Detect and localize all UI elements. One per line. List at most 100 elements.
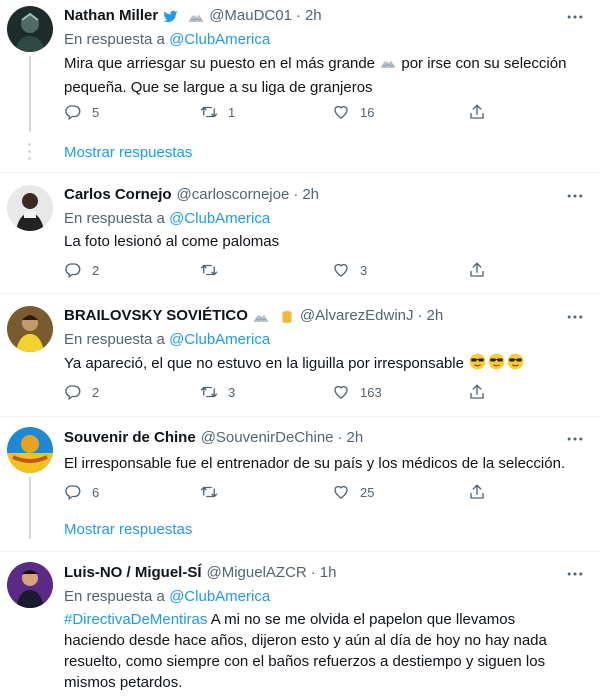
timestamp[interactable]: 1h bbox=[320, 563, 337, 583]
tweet[interactable]: Carlos Cornejo @carloscornejoe · 2h En r… bbox=[0, 173, 600, 294]
avatar[interactable] bbox=[7, 562, 53, 608]
share-button[interactable] bbox=[468, 483, 496, 501]
hashtag-link[interactable]: #DirectivaDeMentiras bbox=[64, 611, 207, 628]
more-icon[interactable] bbox=[564, 306, 586, 328]
tweet[interactable]: BRAILOVSKY SOVIÉTICO @AlvarezEdwinJ · 2h… bbox=[0, 294, 600, 417]
reply-context: En respuesta a @ClubAmerica bbox=[64, 31, 271, 48]
timestamp[interactable]: 2h bbox=[302, 185, 319, 205]
retweet-count: 3 bbox=[228, 384, 236, 400]
reply-count: 6 bbox=[92, 484, 100, 500]
like-icon bbox=[332, 261, 350, 279]
share-icon bbox=[468, 103, 486, 121]
sunglasses-emoji-icon bbox=[468, 352, 525, 377]
retweet-button[interactable] bbox=[200, 261, 228, 279]
tweet-text: La foto lesionó al come palomas bbox=[64, 233, 280, 250]
reply-icon bbox=[64, 383, 82, 401]
share-button[interactable] bbox=[468, 103, 496, 121]
retweet-count: 1 bbox=[228, 104, 236, 120]
retweet-icon bbox=[200, 261, 218, 279]
reply-icon bbox=[64, 261, 82, 279]
reply-button[interactable]: 5 bbox=[64, 103, 99, 121]
thread-line bbox=[29, 56, 31, 132]
more-icon[interactable] bbox=[564, 563, 586, 585]
handle[interactable]: @SouvenirDeChine bbox=[201, 428, 334, 448]
display-name[interactable]: BRAILOVSKY SOVIÉTICO bbox=[64, 306, 248, 326]
timestamp[interactable]: 2h bbox=[305, 6, 322, 26]
like-count: 16 bbox=[360, 104, 375, 120]
reply-button[interactable]: 6 bbox=[64, 483, 99, 501]
retweet-icon bbox=[200, 383, 218, 401]
retweet-button[interactable]: 1 bbox=[200, 103, 235, 121]
more-icon[interactable] bbox=[564, 6, 586, 28]
retweet-icon bbox=[200, 103, 218, 121]
share-button[interactable] bbox=[468, 383, 496, 401]
timestamp[interactable]: 2h bbox=[427, 306, 444, 326]
share-icon bbox=[468, 383, 486, 401]
more-icon[interactable] bbox=[564, 428, 586, 450]
reply-count: 2 bbox=[92, 262, 100, 278]
handle[interactable]: @carloscornejoe bbox=[177, 185, 290, 205]
tweet-actions: 2 3 bbox=[64, 261, 504, 283]
tweet[interactable]: Luis-NO / Miguel-SÍ @MiguelAZCR · 1h En … bbox=[0, 552, 600, 696]
tweet-actions: 6 25 bbox=[64, 483, 504, 505]
reply-context: En respuesta a @ClubAmerica bbox=[64, 210, 271, 227]
reply-count: 2 bbox=[92, 384, 100, 400]
thread-dots bbox=[28, 143, 32, 164]
tweet-text: Mira que arriesgar su puesto en el más g… bbox=[64, 55, 567, 96]
reply-icon bbox=[64, 483, 82, 501]
reply-count: 5 bbox=[92, 104, 100, 120]
reply-mention-link[interactable]: @ClubAmerica bbox=[169, 588, 270, 605]
display-name[interactable]: Nathan Miller bbox=[64, 6, 158, 26]
avatar[interactable] bbox=[7, 427, 53, 473]
reply-context: En respuesta a @ClubAmerica bbox=[64, 588, 271, 605]
tweet-text: #DirectivaDeMentiras A mi no se me olvid… bbox=[64, 611, 547, 691]
tweet-text: Ya apareció, el que no estuvo en la ligu… bbox=[64, 352, 586, 377]
display-name[interactable]: Luis-NO / Miguel-SÍ bbox=[64, 563, 202, 583]
mountain-flag-icon bbox=[187, 7, 205, 25]
like-count: 3 bbox=[360, 262, 368, 278]
like-icon bbox=[332, 383, 350, 401]
like-button[interactable]: 163 bbox=[332, 383, 382, 401]
fist-icon bbox=[278, 307, 296, 325]
reply-button[interactable]: 2 bbox=[64, 261, 99, 279]
reply-mention-link[interactable]: @ClubAmerica bbox=[169, 210, 270, 227]
like-icon bbox=[332, 483, 350, 501]
reply-context: En respuesta a @ClubAmerica bbox=[64, 331, 271, 348]
tweet-actions: 2 3 163 bbox=[64, 383, 504, 405]
reply-mention-link[interactable]: @ClubAmerica bbox=[169, 331, 270, 348]
handle[interactable]: @MiguelAZCR bbox=[207, 563, 307, 583]
reply-button[interactable]: 2 bbox=[64, 383, 99, 401]
avatar[interactable] bbox=[7, 185, 53, 231]
share-icon bbox=[468, 261, 486, 279]
like-count: 25 bbox=[360, 484, 375, 500]
reply-icon bbox=[64, 103, 82, 121]
like-button[interactable]: 3 bbox=[332, 261, 367, 279]
timestamp[interactable]: 2h bbox=[347, 428, 364, 448]
handle[interactable]: @AlvarezEdwinJ bbox=[300, 306, 414, 326]
like-button[interactable]: 16 bbox=[332, 103, 374, 121]
show-replies-link[interactable]: Mostrar respuestas bbox=[64, 143, 192, 163]
retweet-button[interactable] bbox=[200, 483, 228, 501]
handle[interactable]: @MauDC01 bbox=[209, 6, 292, 26]
tweet-actions: 5 1 16 bbox=[64, 103, 504, 125]
thread-line bbox=[29, 477, 31, 539]
like-count: 163 bbox=[360, 384, 382, 400]
retweet-icon bbox=[200, 483, 218, 501]
verified-twitter-icon bbox=[162, 8, 179, 25]
avatar[interactable] bbox=[7, 306, 53, 352]
show-replies-link[interactable]: Mostrar respuestas bbox=[64, 520, 192, 540]
share-icon bbox=[468, 483, 486, 501]
like-button[interactable]: 25 bbox=[332, 483, 374, 501]
retweet-button[interactable]: 3 bbox=[200, 383, 235, 401]
tweet-text: El irresponsable fue el entrenador de su… bbox=[64, 455, 566, 472]
more-icon[interactable] bbox=[564, 185, 586, 207]
mountain-flag-icon bbox=[252, 307, 270, 325]
reply-mention-link[interactable]: @ClubAmerica bbox=[169, 31, 270, 48]
display-name[interactable]: Carlos Cornejo bbox=[64, 185, 172, 205]
share-button[interactable] bbox=[468, 261, 496, 279]
like-icon bbox=[332, 103, 350, 121]
tweet[interactable]: Nathan Miller @MauDC01 · 2h En respuesta… bbox=[0, 0, 600, 173]
display-name[interactable]: Souvenir de Chine bbox=[64, 428, 196, 448]
avatar[interactable] bbox=[7, 6, 53, 52]
tweet[interactable]: Souvenir de Chine @SouvenirDeChine · 2h … bbox=[0, 417, 600, 552]
